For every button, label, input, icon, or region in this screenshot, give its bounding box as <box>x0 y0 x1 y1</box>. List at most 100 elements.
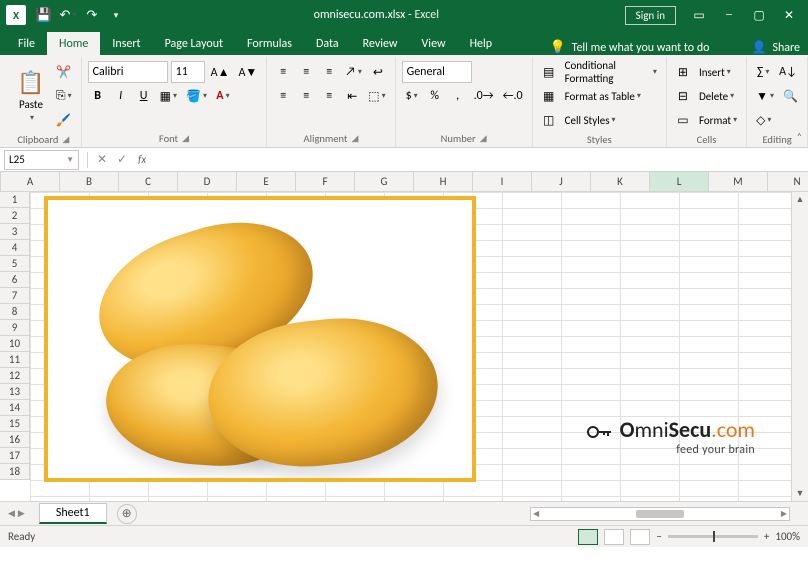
font-name-combo[interactable] <box>88 61 168 83</box>
embedded-image[interactable] <box>44 196 476 482</box>
minimize-button[interactable]: ─ <box>714 3 744 27</box>
tellme-input[interactable]: Tell me what you want to do <box>572 41 710 55</box>
col-header-I[interactable]: I <box>473 172 532 191</box>
align-middle-icon[interactable]: ≡ <box>296 61 316 83</box>
format-table-button[interactable]: Format as Table <box>562 85 644 107</box>
col-header-H[interactable]: H <box>414 172 473 191</box>
row-header-5[interactable]: 5 <box>0 256 30 272</box>
row-header-6[interactable]: 6 <box>0 272 30 288</box>
delete-button[interactable]: Delete <box>696 85 737 107</box>
maximize-button[interactable]: ▢ <box>744 3 774 27</box>
row-header-11[interactable]: 11 <box>0 352 30 368</box>
enter-formula-icon[interactable]: ✓ <box>112 150 132 170</box>
vertical-scrollbar[interactable]: ▲▼ <box>791 192 808 501</box>
cancel-formula-icon[interactable]: ✕ <box>92 150 112 170</box>
tab-file[interactable]: File <box>6 32 47 55</box>
increase-decimal-icon[interactable]: .0→ <box>471 85 497 107</box>
col-header-G[interactable]: G <box>355 172 414 191</box>
number-launcher-icon[interactable]: ◢ <box>480 133 487 144</box>
page-layout-view-icon[interactable] <box>604 529 624 545</box>
row-header-9[interactable]: 9 <box>0 320 30 336</box>
close-button[interactable]: ✕ <box>774 3 804 27</box>
col-header-C[interactable]: C <box>119 172 178 191</box>
col-header-F[interactable]: F <box>296 172 355 191</box>
align-right-icon[interactable]: ≡ <box>319 85 339 107</box>
percent-icon[interactable]: % <box>425 85 445 107</box>
number-format-combo[interactable] <box>402 61 472 83</box>
row-header-7[interactable]: 7 <box>0 288 30 304</box>
font-size-combo[interactable] <box>171 61 205 83</box>
align-left-icon[interactable]: ≡ <box>273 85 293 107</box>
autosum-icon[interactable]: ∑ <box>753 61 773 83</box>
row-header-4[interactable]: 4 <box>0 240 30 256</box>
col-header-A[interactable]: A <box>1 172 60 191</box>
tab-home[interactable]: Home <box>47 32 100 55</box>
tab-help[interactable]: Help <box>458 32 505 55</box>
font-color-icon[interactable]: A <box>213 85 233 107</box>
formula-input[interactable] <box>152 150 808 170</box>
alignment-launcher-icon[interactable]: ◢ <box>351 133 358 144</box>
select-all-corner[interactable] <box>0 172 1 191</box>
align-center-icon[interactable]: ≡ <box>296 85 316 107</box>
col-header-L[interactable]: L <box>650 172 709 191</box>
cond-format-icon[interactable]: ▤ <box>539 61 559 83</box>
row-header-15[interactable]: 15 <box>0 416 30 432</box>
sheet-nav-next-icon[interactable]: ▶ <box>18 508 25 519</box>
zoom-level[interactable]: 100% <box>775 530 800 543</box>
indent-dec-icon[interactable]: ⇤ <box>342 85 362 107</box>
zoom-out-button[interactable]: − <box>656 530 661 543</box>
align-top-icon[interactable]: ≡ <box>273 61 293 83</box>
zoom-in-button[interactable]: + <box>764 530 769 543</box>
format-painter-icon[interactable]: 🖌️ <box>53 109 75 131</box>
cond-format-button[interactable]: Conditional Formatting <box>562 61 660 83</box>
col-header-M[interactable]: M <box>709 172 768 191</box>
col-header-K[interactable]: K <box>591 172 650 191</box>
row-header-14[interactable]: 14 <box>0 400 30 416</box>
collapse-ribbon-icon[interactable]: ˄ <box>797 130 802 143</box>
tab-data[interactable]: Data <box>304 32 351 55</box>
new-sheet-button[interactable]: ⊕ <box>117 504 137 524</box>
qat-save-icon[interactable]: 💾 <box>32 3 56 27</box>
sheet-tab-1[interactable]: Sheet1 <box>39 503 107 524</box>
accounting-icon[interactable]: $ <box>402 85 422 107</box>
row-header-16[interactable]: 16 <box>0 432 30 448</box>
underline-button[interactable]: U <box>134 85 154 107</box>
sort-filter-icon[interactable]: A↓ <box>776 61 800 83</box>
row-header-2[interactable]: 2 <box>0 208 30 224</box>
zoom-slider[interactable] <box>668 535 758 538</box>
sign-in-button[interactable]: Sign in <box>625 6 676 25</box>
row-header-13[interactable]: 13 <box>0 384 30 400</box>
horizontal-scrollbar[interactable]: ◀▶ <box>530 507 790 521</box>
row-header-10[interactable]: 10 <box>0 336 30 352</box>
row-header-1[interactable]: 1 <box>0 192 30 208</box>
clear-icon[interactable]: ◇ <box>753 109 774 131</box>
tab-review[interactable]: Review <box>351 32 410 55</box>
cell-styles-icon[interactable]: ◫ <box>539 109 559 131</box>
align-bottom-icon[interactable]: ≡ <box>319 61 339 83</box>
format-button[interactable]: Format <box>696 109 740 131</box>
decrease-decimal-icon[interactable]: ←.0 <box>500 85 526 107</box>
col-header-J[interactable]: J <box>532 172 591 191</box>
row-header-8[interactable]: 8 <box>0 304 30 320</box>
row-header-18[interactable]: 18 <box>0 464 30 480</box>
col-header-N[interactable]: N <box>768 172 808 191</box>
row-header-3[interactable]: 3 <box>0 224 30 240</box>
shrink-font-icon[interactable]: A▼ <box>235 61 260 83</box>
comma-icon[interactable]: , <box>448 85 468 107</box>
sheet-nav-prev-icon[interactable]: ◀ <box>8 508 15 519</box>
copy-icon[interactable]: ⎘ <box>53 85 75 107</box>
find-icon[interactable]: 🔍 <box>780 85 801 107</box>
tab-pagelayout[interactable]: Page Layout <box>153 32 235 55</box>
cut-icon[interactable]: ✂️ <box>53 61 75 83</box>
name-box[interactable]: L25▼ <box>4 150 79 170</box>
wrap-text-icon[interactable]: ↩ <box>368 61 388 83</box>
ribbon-options-icon[interactable]: ▭ <box>684 3 714 27</box>
tab-insert[interactable]: Insert <box>100 32 152 55</box>
delete-cell-icon[interactable]: ⊟ <box>673 85 693 107</box>
orientation-icon[interactable]: ↗ <box>342 61 365 83</box>
fx-icon[interactable]: fx <box>138 153 146 166</box>
grow-font-icon[interactable]: A▲ <box>208 61 233 83</box>
paste-button[interactable]: 📋Paste <box>12 67 50 125</box>
col-header-B[interactable]: B <box>60 172 119 191</box>
italic-button[interactable]: I <box>111 85 131 107</box>
